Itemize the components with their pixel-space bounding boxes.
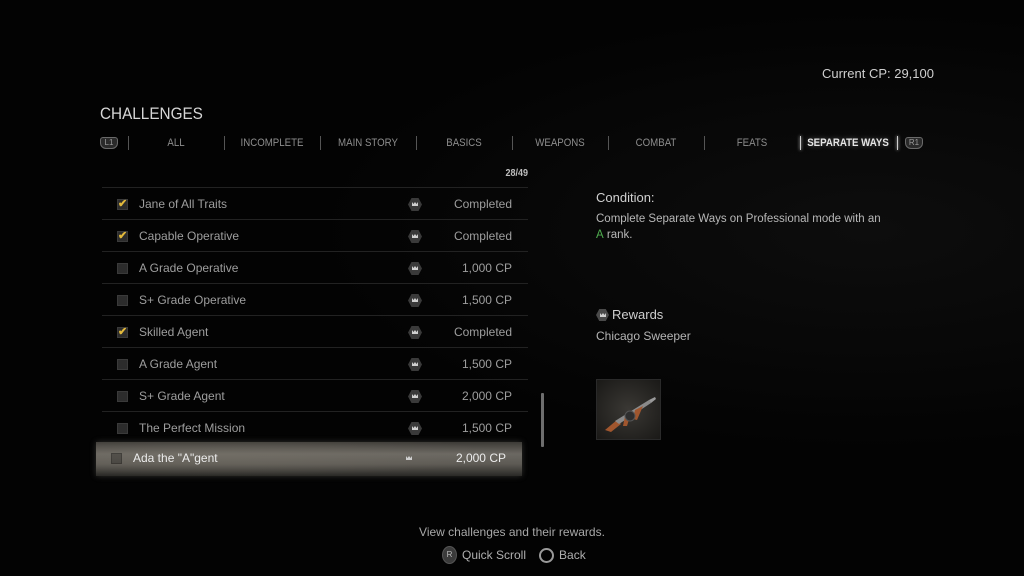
tab-divider — [416, 136, 417, 150]
checkbox — [117, 391, 128, 402]
checkbox: ✔ — [117, 230, 128, 242]
back-label: Back — [559, 548, 586, 562]
checkbox — [117, 359, 128, 370]
challenge-row[interactable]: ✔ Jane of All Traits Completed — [102, 187, 528, 219]
challenge-reward-value: Completed — [453, 325, 512, 339]
challenge-reward-value: 1,500 CP — [461, 357, 512, 371]
challenge-row[interactable]: ✔ Capable Operative Completed — [102, 219, 528, 251]
condition-label: Condition: — [596, 190, 655, 205]
challenge-name: S+ Grade Operative — [139, 293, 247, 307]
tab-divider — [897, 136, 898, 150]
tab-main-story[interactable]: MAIN STORY — [338, 137, 398, 149]
quick-scroll-control[interactable]: R Quick Scroll — [442, 546, 526, 564]
checkbox — [117, 263, 128, 274]
tab-combat[interactable]: COMBAT — [636, 137, 677, 149]
reward-name: Chicago Sweeper — [596, 329, 691, 343]
challenge-list: ✔ Jane of All Traits Completed ✔ Capable Ope… — [96, 187, 528, 476]
crown-icon — [408, 230, 422, 243]
right-stick-icon: R — [442, 546, 457, 564]
challenge-row[interactable]: A Grade Operative 1,000 CP — [102, 251, 528, 283]
rewards-label: Rewards — [612, 307, 664, 322]
checkbox — [117, 295, 128, 306]
tab-bar: L1 ALL INCOMPLETE MAIN STORY BASICS WEAP… — [100, 134, 928, 154]
challenge-reward-value: 1,500 CP — [461, 421, 512, 435]
condition-text-after: rank. — [603, 229, 633, 241]
crown-icon — [596, 309, 609, 321]
tab-weapons[interactable]: WEAPONS — [535, 137, 584, 149]
condition-text: Complete Separate Ways on Professional m… — [596, 211, 886, 243]
crown-icon — [408, 294, 422, 307]
l1-button-icon[interactable]: L1 — [100, 137, 118, 149]
tab-divider — [608, 136, 609, 150]
challenge-reward-value: Completed — [453, 197, 512, 211]
challenge-detail: Condition: Complete Separate Ways on Pro… — [596, 190, 886, 243]
condition-text-before: Complete Separate Ways on Professional m… — [596, 213, 881, 225]
footer-controls: R Quick Scroll Back — [442, 546, 586, 564]
r1-button-icon[interactable]: R1 — [905, 137, 923, 149]
tab-separate-ways[interactable]: SEPARATE WAYS — [807, 137, 889, 149]
tab-feats[interactable]: FEATS — [737, 137, 767, 149]
tab-divider — [800, 136, 801, 150]
tommy-gun-icon — [605, 397, 656, 432]
tab-divider — [320, 136, 321, 150]
challenge-reward-value: 1,000 CP — [461, 261, 512, 275]
crown-icon — [408, 198, 422, 211]
crown-icon — [408, 358, 422, 371]
challenge-name: Jane of All Traits — [139, 197, 228, 211]
challenge-row[interactable]: S+ Grade Operative 1,500 CP — [102, 283, 528, 315]
challenge-name: S+ Grade Agent — [139, 389, 225, 403]
tab-divider — [704, 136, 705, 150]
checkmark-icon: ✔ — [118, 326, 128, 338]
challenge-reward-value: 1,500 CP — [461, 293, 512, 307]
reward-image — [596, 379, 661, 440]
challenge-name: A Grade Operative — [139, 261, 239, 275]
tab-divider — [512, 136, 513, 150]
list-scrollbar[interactable] — [541, 393, 544, 447]
crown-icon — [408, 390, 422, 403]
challenge-name: Ada the "A"gent — [133, 451, 218, 465]
page-title: CHALLENGES — [100, 104, 203, 123]
checkbox: ✔ — [117, 198, 128, 210]
challenge-reward-value: 2,000 CP — [461, 389, 512, 403]
challenge-row[interactable]: Ada the "A"gent 2,000 CP — [96, 442, 522, 476]
footer-hint: View challenges and their rewards. — [419, 525, 605, 539]
circle-button-icon — [539, 547, 555, 563]
challenge-reward-value: 2,000 CP — [455, 451, 506, 465]
challenge-row[interactable]: S+ Grade Agent 2,000 CP — [102, 379, 528, 411]
tab-basics[interactable]: BASICS — [446, 137, 482, 149]
tab-divider — [224, 136, 225, 150]
checkmark-icon: ✔ — [118, 230, 128, 242]
checkbox — [117, 423, 128, 434]
quick-scroll-label: Quick Scroll — [462, 548, 527, 562]
challenge-name: Capable Operative — [139, 229, 240, 243]
rewards-heading: Rewards — [596, 307, 663, 322]
challenge-counter: 28/49 — [505, 168, 528, 179]
challenge-row[interactable]: The Perfect Mission 1,500 CP — [102, 411, 528, 443]
challenge-reward-value: Completed — [453, 229, 512, 243]
challenge-row[interactable]: ✔ Skilled Agent Completed — [102, 315, 528, 347]
checkmark-icon: ✔ — [118, 198, 128, 210]
challenge-name: A Grade Agent — [139, 357, 218, 371]
challenge-name: The Perfect Mission — [139, 421, 246, 435]
checkbox: ✔ — [117, 326, 128, 338]
current-cp-label: Current CP: 29,100 — [821, 66, 934, 81]
condition-rank: A — [596, 229, 604, 241]
back-control[interactable]: Back — [531, 547, 586, 563]
challenge-name: Skilled Agent — [139, 325, 209, 339]
challenge-row[interactable]: A Grade Agent 1,500 CP — [102, 347, 528, 379]
tab-all[interactable]: ALL — [167, 137, 184, 149]
tab-divider — [128, 136, 129, 150]
crown-icon — [408, 326, 422, 339]
tab-incomplete[interactable]: INCOMPLETE — [241, 137, 304, 149]
crown-icon — [408, 422, 422, 435]
crown-icon — [402, 452, 416, 465]
checkbox — [111, 453, 122, 464]
crown-icon — [408, 262, 422, 275]
